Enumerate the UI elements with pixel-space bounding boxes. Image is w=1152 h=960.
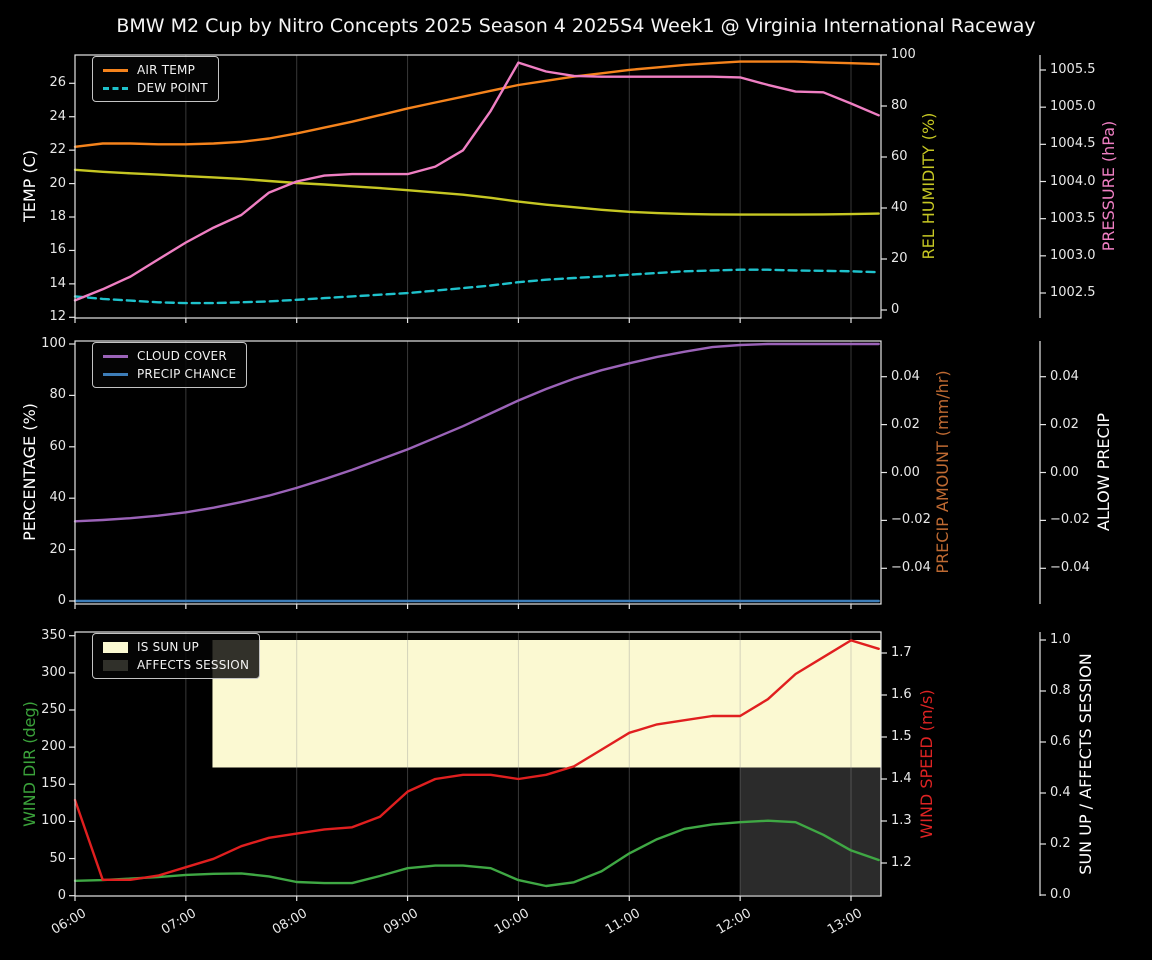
tick-label: 0.04 [1050, 368, 1079, 384]
legend-item-label: DEW POINT [137, 81, 208, 95]
tick-label: 26 [49, 75, 66, 91]
tick-label: 0.4 [1050, 785, 1071, 800]
series-rel-humidity [73, 168, 880, 216]
tick-label: 20 [49, 541, 66, 557]
legend-item-label: AFFECTS SESSION [137, 658, 250, 672]
tick-label: 0.00 [891, 464, 920, 480]
legend-item-is-sun-up: IS SUN UP [103, 640, 249, 654]
tick-label: 60 [891, 149, 908, 164]
tick-label: 0.04 [891, 368, 920, 384]
legend-item-label: PRECIP CHANCE [137, 367, 237, 381]
tick-label: 1.3 [891, 813, 912, 828]
tick-label: 1003.5 [1050, 210, 1096, 226]
tick-label: 0 [57, 887, 66, 903]
tick-label: 100 [41, 813, 66, 829]
tick-label: 40 [49, 490, 66, 506]
legend-item-precip-chance: PRECIP CHANCE [103, 367, 236, 381]
tick-label: 16 [49, 242, 66, 258]
tick-label: 0.6 [1050, 734, 1071, 749]
tick-label: 300 [41, 664, 66, 680]
legend-item-label: AIR TEMP [137, 63, 196, 77]
tick-label: 12 [49, 309, 66, 325]
tick-label: 1.7 [891, 645, 912, 660]
tick-label: 0.00 [1050, 464, 1079, 480]
tick-label: 0 [891, 302, 900, 317]
series-dew-point [73, 268, 880, 305]
tick-label: 40 [891, 200, 908, 215]
weather-forecast-chart: BMW M2 Cup by Nitro Concepts 2025 Season… [0, 0, 1152, 960]
wind-dir-axis-label: WIND DIR (deg) [20, 701, 39, 827]
tick-label: 0.02 [891, 416, 920, 432]
tick-label: 1005.5 [1050, 62, 1096, 77]
tick-label: −0.02 [1050, 512, 1090, 528]
tick-label: 250 [41, 701, 66, 717]
allow-precip-axis-label: ALLOW PRECIP [1094, 412, 1113, 532]
tick-label: −0.04 [1050, 560, 1090, 576]
tick-label: 0.02 [1050, 416, 1079, 432]
humidity-axis-label: REL HUMIDITY (%) [919, 112, 938, 260]
legend-cloud-precip: CLOUD COVER PRECIP CHANCE [92, 342, 248, 388]
percentage-axis-label: PERCENTAGE (%) [20, 403, 39, 541]
legend-line-swatch [103, 86, 128, 90]
tick-label: 60 [49, 438, 66, 454]
wind-speed-axis-label: WIND SPEED (m/s) [917, 689, 936, 839]
tick-label: 200 [41, 739, 66, 755]
tick-label: 0 [57, 593, 66, 608]
legend-patch-swatch [103, 659, 128, 671]
tick-label: 1002.5 [1050, 285, 1096, 300]
legend-item-dew-point: DEW POINT [103, 81, 208, 95]
tick-label: 1.4 [891, 771, 912, 786]
tick-label: 20 [891, 251, 908, 266]
chart-canvas [69, 54, 1046, 901]
tick-label: 1004.0 [1050, 173, 1096, 189]
legend-line-swatch [103, 372, 128, 376]
legend-line-swatch [103, 68, 128, 72]
tick-label: 1003.0 [1050, 247, 1096, 263]
tick-label: 1005.0 [1050, 99, 1096, 115]
tick-label: 1.5 [891, 729, 912, 744]
tick-label: 80 [49, 387, 66, 403]
tick-label: 22 [49, 142, 66, 158]
tick-label: 150 [41, 776, 66, 792]
pressure-axis-label: PRESSURE (hPa) [1099, 120, 1118, 252]
tick-label: 1004.5 [1050, 136, 1096, 152]
tick-label: 0.0 [1050, 887, 1071, 902]
tick-label: −0.04 [891, 560, 931, 576]
legend-item-air-temp: AIR TEMP [103, 63, 208, 77]
tick-label: 0.2 [1050, 836, 1071, 851]
legend-sun-session: IS SUN UP AFFECTS SESSION [92, 633, 261, 679]
legend-item-label: IS SUN UP [137, 640, 199, 654]
tick-label: 20 [49, 175, 66, 191]
region-affects-session [740, 767, 881, 895]
legend-item-cloud-cover: CLOUD COVER [103, 349, 236, 363]
legend-temperature: AIR TEMP DEW POINT [92, 56, 219, 102]
tick-label: 100 [891, 47, 916, 62]
tick-label: 100 [41, 336, 66, 351]
tick-label: 1.2 [891, 855, 912, 870]
tick-label: 350 [41, 627, 66, 643]
tick-label: 1.6 [891, 687, 912, 702]
tick-label: 18 [49, 209, 66, 224]
legend-patch-swatch [103, 641, 128, 653]
tick-label: 1.0 [1050, 632, 1071, 647]
legend-item-label: CLOUD COVER [137, 349, 227, 363]
tick-label: 24 [49, 108, 66, 124]
temp-axis-label: TEMP (C) [20, 149, 39, 223]
legend-line-swatch [103, 354, 128, 358]
tick-label: 80 [891, 98, 908, 113]
precip-amount-axis-label: PRECIP AMOUNT (mm/hr) [933, 370, 952, 574]
tick-label: 14 [49, 275, 66, 291]
tick-label: 50 [49, 850, 66, 866]
sun-up-axis-label: SUN UP / AFFECTS SESSION [1076, 653, 1095, 875]
legend-item-affects-session: AFFECTS SESSION [103, 658, 249, 672]
region-is-sun-up [212, 640, 881, 768]
tick-label: 0.8 [1050, 683, 1071, 698]
tick-label: −0.02 [891, 512, 931, 528]
